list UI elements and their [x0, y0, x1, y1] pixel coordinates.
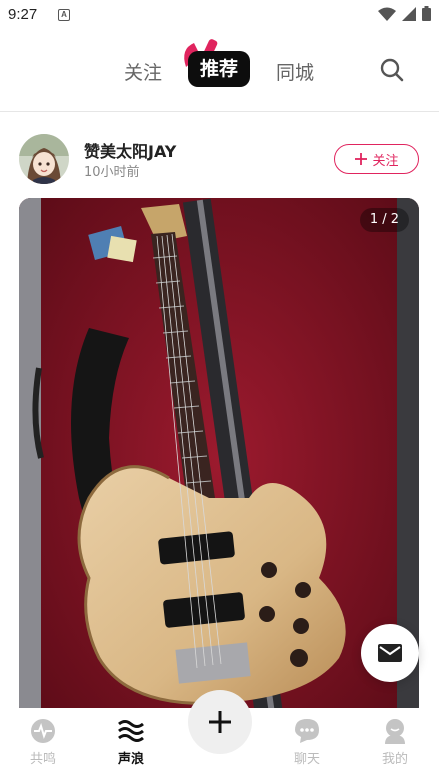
wave-icon	[118, 720, 144, 742]
bottom-nav-resonance[interactable]: 共鸣	[13, 718, 73, 767]
status-bar: 9:27 A	[0, 0, 439, 32]
battery-icon	[422, 6, 431, 21]
bottom-nav-chat[interactable]: 聊天	[277, 718, 337, 767]
bottom-nav-label: 聊天	[293, 752, 320, 767]
post-header: 赞美太阳JAY 10小时前 关注	[0, 130, 439, 190]
bottom-nav-wave[interactable]: 声浪	[101, 718, 161, 767]
profile-icon	[385, 719, 405, 744]
search-icon[interactable]	[378, 56, 406, 84]
wifi-icon	[378, 7, 396, 21]
mail-icon	[378, 644, 402, 662]
post-photo[interactable]: 1 / 2	[19, 198, 419, 718]
status-time: 9:27	[8, 6, 38, 23]
top-nav: 关注 推荐 同城	[0, 32, 439, 112]
bottom-nav-profile[interactable]: 我的	[365, 718, 425, 767]
tab-recommend[interactable]: 推荐	[188, 51, 251, 87]
follow-button[interactable]: 关注	[334, 144, 419, 174]
plus-icon	[355, 153, 368, 165]
add-post-button[interactable]	[188, 690, 252, 754]
tab-city[interactable]: 同城	[276, 58, 314, 85]
status-indicators	[378, 6, 431, 21]
username[interactable]: 赞美太阳JAY	[84, 138, 176, 162]
signal-icon	[402, 6, 416, 21]
notification-a-icon: A	[58, 9, 70, 21]
message-button[interactable]	[361, 624, 419, 682]
bottom-nav-label: 声浪	[117, 752, 144, 767]
resonance-icon	[31, 719, 55, 743]
image-counter: 1 / 2	[359, 208, 409, 232]
follow-button-label: 关注	[372, 153, 399, 169]
bottom-nav-label: 我的	[381, 752, 408, 767]
bottom-nav-label: 共鸣	[29, 752, 56, 767]
avatar[interactable]	[19, 134, 69, 184]
chat-icon	[295, 719, 319, 743]
plus-icon	[209, 711, 231, 733]
tab-follow[interactable]: 关注	[124, 58, 162, 85]
bass-guitar-image	[19, 198, 419, 718]
post-time: 10小时前	[84, 165, 140, 180]
